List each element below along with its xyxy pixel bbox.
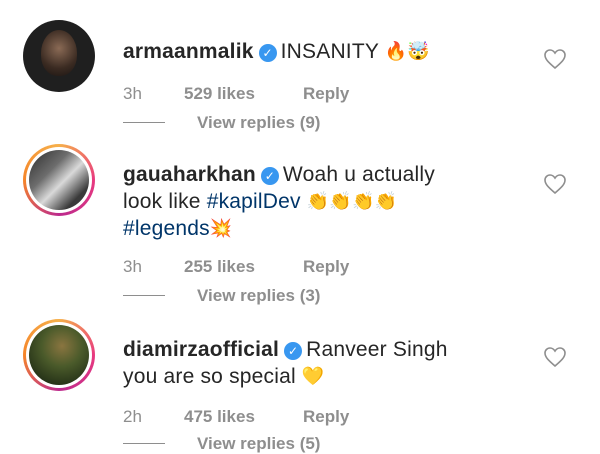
- reply-button[interactable]: Reply: [303, 257, 349, 277]
- comment-body-line2: look like: [123, 190, 201, 213]
- comment-body-line1: Woah u actually: [282, 163, 435, 186]
- verified-badge-icon: ✓: [260, 167, 279, 185]
- username[interactable]: armaanmalik: [123, 40, 254, 63]
- likes-count[interactable]: 475 likes: [184, 407, 255, 427]
- view-replies-label: View replies (3): [197, 286, 321, 305]
- hashtag-kapildev[interactable]: #kapilDev: [207, 190, 301, 213]
- view-replies-button[interactable]: View replies (3): [123, 286, 320, 306]
- clap-emoji-icon: 👏: [329, 191, 353, 211]
- heart-outline-icon[interactable]: [543, 48, 567, 70]
- fire-emoji-icon: 🔥: [384, 41, 408, 61]
- verified-badge-icon: ✓: [258, 44, 277, 62]
- reply-button[interactable]: Reply: [303, 84, 349, 104]
- view-replies-label: View replies (5): [197, 434, 321, 453]
- heart-outline-icon[interactable]: [543, 346, 567, 368]
- divider: [123, 295, 165, 296]
- avatar[interactable]: [23, 20, 95, 92]
- clap-emoji-icon: 👏: [306, 191, 330, 211]
- yellow-heart-emoji-icon: 💛: [301, 366, 325, 386]
- view-replies-button[interactable]: View replies (9): [123, 113, 320, 133]
- comment-text: armaanmalik ✓ INSANITY 🔥🤯: [123, 38, 533, 65]
- verified-badge-icon: ✓: [284, 342, 303, 360]
- divider: [123, 443, 165, 444]
- view-replies-label: View replies (9): [197, 113, 321, 132]
- comment-text: diamirzaofficial ✓ Ranveer Singh you are s…: [123, 337, 533, 390]
- comment-body-line2: you are so special: [123, 365, 296, 388]
- comment-body-line1: Ranveer Singh: [306, 338, 448, 361]
- avatar[interactable]: [23, 319, 95, 391]
- timestamp: 3h: [123, 84, 142, 103]
- clap-emoji-icon: 👏: [374, 191, 398, 211]
- likes-count[interactable]: 529 likes: [184, 84, 255, 104]
- reply-button[interactable]: Reply: [303, 407, 349, 427]
- heart-outline-icon[interactable]: [543, 173, 567, 195]
- username[interactable]: gauaharkhan: [123, 163, 256, 186]
- divider: [123, 122, 165, 123]
- likes-count[interactable]: 255 likes: [184, 257, 255, 277]
- hashtag-legends[interactable]: #legends: [123, 217, 210, 240]
- timestamp: 3h: [123, 257, 142, 276]
- username[interactable]: diamirzaofficial: [123, 338, 279, 361]
- clap-emoji-icon: 👏: [352, 191, 375, 211]
- collision-emoji-icon: 💥: [209, 218, 233, 238]
- timestamp: 2h: [123, 407, 142, 426]
- avatar[interactable]: [23, 144, 95, 216]
- view-replies-button[interactable]: View replies (5): [123, 434, 320, 454]
- comment-text: gauaharkhan ✓ Woah u actually look like #k…: [123, 162, 533, 242]
- mind-blown-emoji-icon: 🤯: [407, 41, 430, 61]
- comment-body: INSANITY: [280, 40, 379, 63]
